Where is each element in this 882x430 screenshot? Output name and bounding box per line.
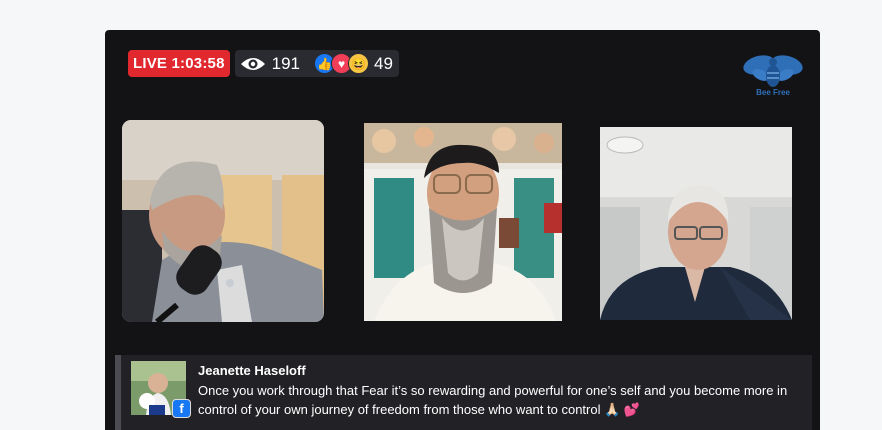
stream-status-bar: LIVE 1:03:58 191 👍 ♥ 😆 49	[128, 50, 399, 77]
participant-video-1[interactable]	[122, 120, 324, 322]
featured-comment: f Jeanette Haseloff Once you work throug…	[115, 355, 812, 430]
elapsed-time: 1:03:58	[171, 55, 225, 72]
haha-reaction-icon: 😆	[348, 53, 369, 74]
commenter-name: Jeanette Haseloff	[198, 363, 306, 378]
live-label: LIVE	[133, 55, 168, 72]
reaction-icons: 👍 ♥ 😆	[314, 53, 369, 74]
comment-text: Once you work through that Fear it’s so …	[198, 383, 788, 417]
viewer-count: 191	[271, 53, 300, 73]
facebook-icon: f	[172, 399, 191, 418]
reaction-count: 49	[374, 53, 393, 73]
engagement-stats: 191 👍 ♥ 😆 49	[234, 50, 399, 77]
eye-icon	[240, 55, 266, 73]
participant-video-2[interactable]	[364, 123, 562, 321]
live-stream-stage: LIVE 1:03:58 191 👍 ♥ 😆 49 Bee Free f Jea…	[105, 30, 820, 430]
participant-video-3[interactable]	[600, 127, 792, 320]
brand-logo-text: Bee Free	[756, 88, 790, 97]
live-badge: LIVE 1:03:58	[128, 50, 230, 77]
